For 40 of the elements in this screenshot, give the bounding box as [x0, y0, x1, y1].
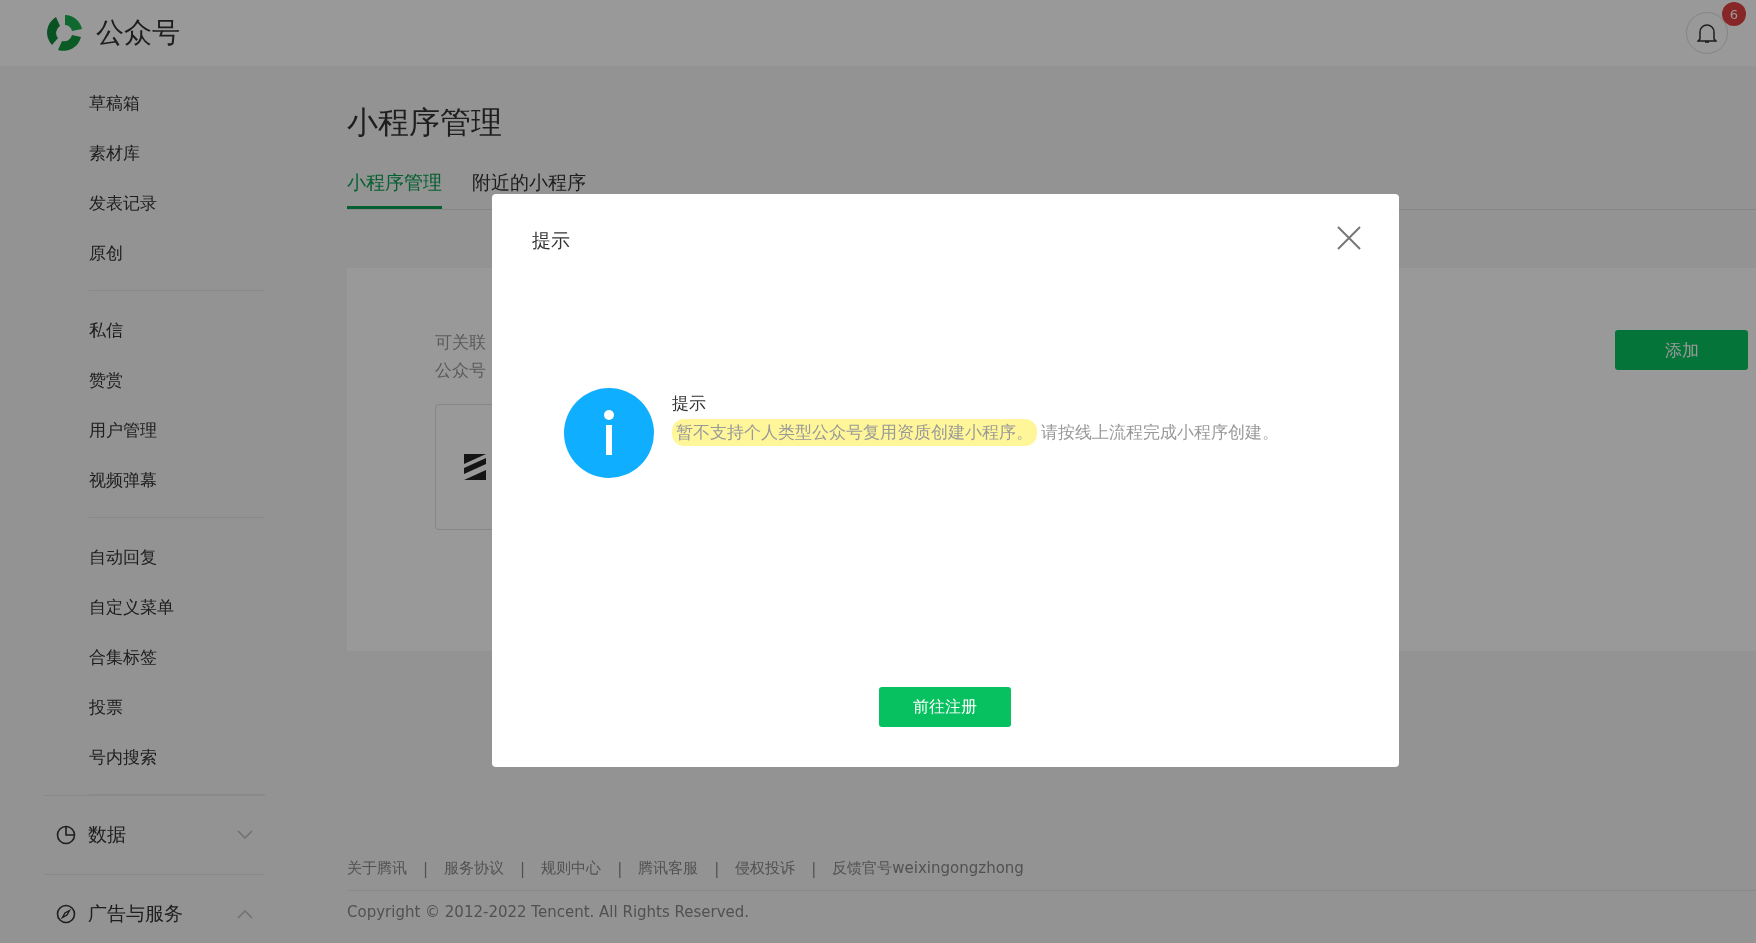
striped-logo-icon: [464, 454, 486, 480]
message-text: 请按线上流程完成小程序创建。: [1040, 421, 1279, 444]
notification-count: 6: [1722, 2, 1746, 26]
separator: |: [617, 859, 623, 878]
chevron-down-icon: [237, 830, 253, 840]
brand-name: 公众号: [96, 15, 180, 51]
page-title: 小程序管理: [347, 103, 503, 142]
sidebar-item[interactable]: 自定义菜单: [89, 582, 265, 632]
separator: |: [811, 859, 817, 878]
sidebar-item[interactable]: 草稿箱: [89, 78, 265, 128]
sidebar-item[interactable]: 合集标签: [89, 632, 265, 682]
sidebar-item[interactable]: 赞赏: [89, 355, 265, 405]
close-button[interactable]: [1334, 224, 1363, 252]
info-icon: [563, 388, 654, 478]
section-label: 广告与服务: [88, 901, 184, 926]
sidebar-item[interactable]: 发表记录: [89, 178, 265, 228]
sidebar-item[interactable]: 私信: [89, 305, 265, 355]
sidebar-section[interactable]: 广告与服务: [44, 874, 265, 943]
chevron-up-icon: [237, 909, 253, 919]
section-label: 数据: [88, 822, 127, 847]
description-text: 可关联: [435, 332, 486, 352]
sidebar-item[interactable]: 素材库: [89, 128, 265, 178]
compass-icon: [56, 904, 76, 924]
message-heading: 提示: [671, 392, 707, 415]
bell-icon: [1697, 22, 1717, 44]
separator: |: [520, 859, 526, 878]
highlighted-text: 暂不支持个人类型公众号复用资质创建小程序。: [671, 419, 1037, 446]
sidebar-item[interactable]: 投票: [89, 682, 265, 732]
sidebar-item[interactable]: 视频弹幕: [89, 455, 265, 505]
copyright-text: Copyright © 2012-2022 Tencent. All Rights Reserved.: [347, 903, 751, 921]
separator: |: [714, 859, 720, 878]
sidebar-section[interactable]: 数据: [44, 795, 265, 874]
sidebar-item[interactable]: 原创: [89, 228, 265, 278]
separator: |: [423, 859, 429, 878]
sidebar-item[interactable]: 自动回复: [89, 532, 265, 582]
description-text: 公众号: [435, 360, 486, 380]
sidebar-item[interactable]: 用户管理: [89, 405, 265, 455]
pie-chart-icon: [56, 825, 76, 845]
sidebar-item[interactable]: 号内搜索: [89, 732, 265, 782]
dialog-title: 提示: [531, 228, 570, 253]
